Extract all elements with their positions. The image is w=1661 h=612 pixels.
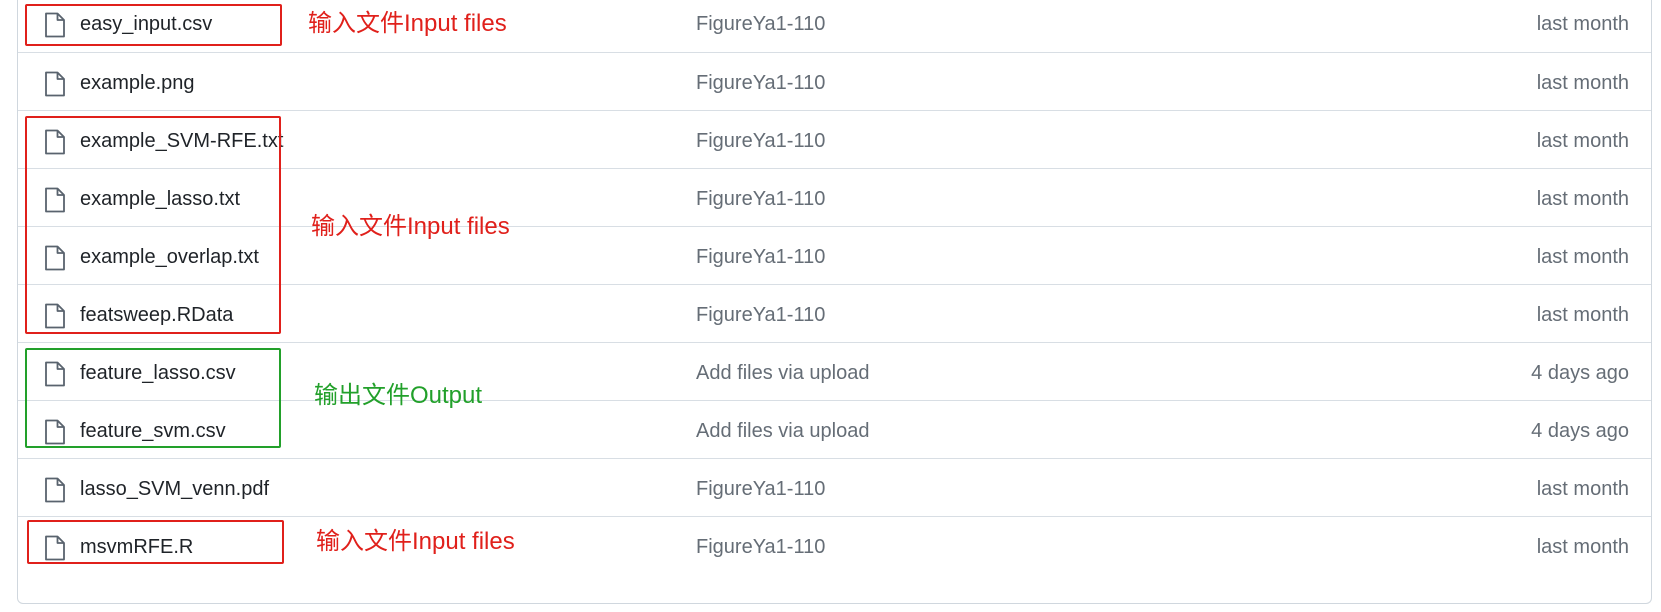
commit-message-link[interactable]: FigureYa1-110: [696, 534, 825, 560]
commit-message-link[interactable]: FigureYa1-110: [696, 244, 825, 270]
input-files-annotation: 输入文件Input files: [308, 10, 507, 37]
commit-message-link[interactable]: FigureYa1-110: [696, 128, 825, 154]
commit-date: last month: [1536, 13, 1629, 35]
file-name-link[interactable]: lasso_SVM_venn.pdf: [80, 476, 269, 502]
output-files-annotation: 输出文件Output: [314, 382, 483, 409]
input-files-highlight-box: [25, 116, 281, 334]
commit-date: last month: [1536, 246, 1629, 268]
input-files-annotation: 输入文件Input files: [316, 528, 515, 555]
commit-date: 4 days ago: [1531, 362, 1629, 384]
commit-message-link[interactable]: FigureYa1-110: [696, 186, 825, 212]
commit-date: last month: [1536, 536, 1629, 558]
commit-message-link[interactable]: FigureYa1-110: [696, 476, 825, 502]
table-row[interactable]: lasso_SVM_venn.pdf FigureYa1-110 last mo…: [18, 458, 1651, 519]
output-files-highlight-box: [25, 348, 281, 448]
commit-message-link[interactable]: FigureYa1-110: [696, 302, 825, 328]
commit-message-link[interactable]: FigureYa1-110: [696, 70, 825, 96]
file-icon: [45, 71, 65, 97]
commit-date: last month: [1536, 304, 1629, 326]
input-files-highlight-box: [27, 520, 284, 564]
table-row[interactable]: example.png FigureYa1-110 last month: [18, 52, 1651, 113]
commit-message-link[interactable]: FigureYa1-110: [696, 11, 825, 37]
input-files-highlight-box: [25, 4, 282, 46]
commit-date: last month: [1536, 72, 1629, 94]
commit-message-link[interactable]: Add files via upload: [696, 418, 869, 444]
commit-date: last month: [1536, 188, 1629, 210]
input-files-annotation: 输入文件Input files: [311, 213, 510, 240]
commit-date: last month: [1536, 478, 1629, 500]
commit-date: 4 days ago: [1531, 420, 1629, 442]
file-name-link[interactable]: example.png: [80, 70, 195, 96]
file-icon: [45, 477, 65, 503]
commit-message-link[interactable]: Add files via upload: [696, 360, 869, 386]
commit-date: last month: [1536, 130, 1629, 152]
